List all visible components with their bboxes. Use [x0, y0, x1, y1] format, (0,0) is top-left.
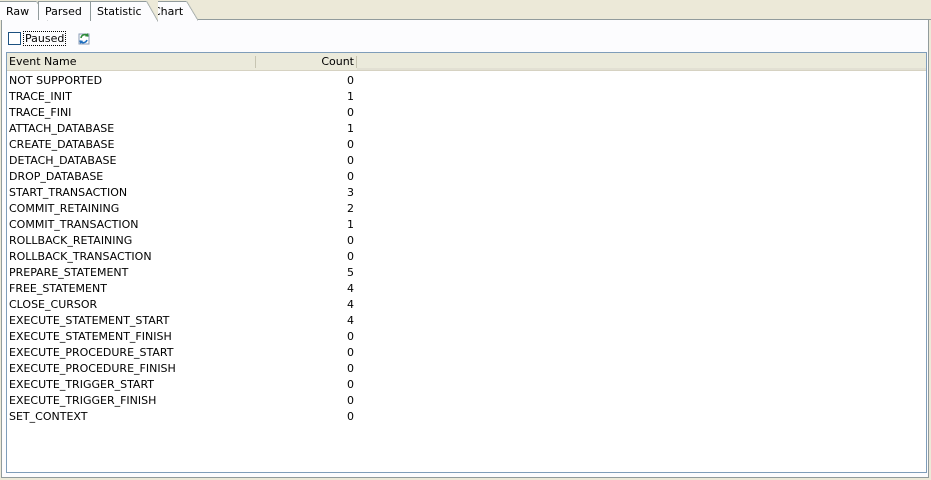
count-cell: 0: [347, 330, 354, 343]
paused-label[interactable]: Paused: [22, 30, 67, 46]
event-name-cell: CLOSE_CURSOR: [9, 298, 98, 311]
statistic-window: Raw Parsed Statistic Chart Paused Event …: [0, 0, 931, 480]
table-row[interactable]: ATTACH_DATABASE 1: [7, 121, 926, 137]
count-cell: 4: [347, 298, 354, 311]
table-row[interactable]: COMMIT_RETAINING 2: [7, 201, 926, 217]
event-name-cell: EXECUTE_PROCEDURE_START: [9, 346, 174, 359]
count-cell: 0: [347, 410, 354, 423]
column-header-event-name[interactable]: Event Name: [8, 53, 256, 70]
event-name-cell: CREATE_DATABASE: [9, 138, 115, 151]
table-header: Event Name Count: [7, 53, 926, 71]
count-cell: 0: [347, 138, 354, 151]
event-name-cell: TRACE_INIT: [9, 90, 72, 103]
table-row[interactable]: EXECUTE_TRIGGER_START 0: [7, 377, 926, 393]
table-row[interactable]: START_TRANSACTION 3: [7, 185, 926, 201]
count-cell: 0: [347, 154, 354, 167]
column-header-count[interactable]: Count: [256, 53, 356, 70]
tab-statistic-label: Statistic: [97, 5, 142, 18]
refresh-button[interactable]: [75, 29, 93, 47]
table-row[interactable]: DROP_DATABASE 0: [7, 169, 926, 185]
event-name-cell: EXECUTE_STATEMENT_FINISH: [9, 330, 172, 343]
table-row[interactable]: FREE_STATEMENT 4: [7, 281, 926, 297]
tab-strip: Raw Parsed Statistic Chart: [0, 0, 931, 22]
table-row[interactable]: COMMIT_TRANSACTION 1: [7, 217, 926, 233]
event-name-cell: DROP_DATABASE: [9, 170, 104, 183]
event-name-cell: NOT SUPPORTED: [9, 74, 103, 87]
count-cell: 0: [347, 106, 354, 119]
event-name-cell: PREPARE_STATEMENT: [9, 266, 129, 279]
event-name-cell: ROLLBACK_TRANSACTION: [9, 250, 152, 263]
tab-parsed[interactable]: Parsed: [38, 1, 102, 21]
table-row[interactable]: EXECUTE_STATEMENT_FINISH 0: [7, 329, 926, 345]
table-row[interactable]: SET_CONTEXT 0: [7, 409, 926, 425]
event-name-cell: EXECUTE_TRIGGER_START: [9, 378, 155, 391]
table-row[interactable]: ROLLBACK_TRANSACTION 0: [7, 249, 926, 265]
event-name-cell: EXECUTE_PROCEDURE_FINISH: [9, 362, 176, 375]
count-cell: 1: [347, 90, 354, 103]
tab-parsed-label: Parsed: [45, 5, 82, 18]
count-cell: 0: [347, 394, 354, 407]
count-cell: 3: [347, 186, 354, 199]
event-name-cell: FREE_STATEMENT: [9, 282, 107, 295]
table-row[interactable]: NOT SUPPORTED 0: [7, 73, 926, 89]
event-name-cell: ROLLBACK_RETAINING: [9, 234, 133, 247]
tab-statistic[interactable]: Statistic: [90, 1, 158, 22]
count-cell: 2: [347, 202, 354, 215]
count-cell: 1: [347, 122, 354, 135]
tab-raw-label: Raw: [6, 5, 30, 18]
count-cell: 0: [347, 250, 354, 263]
count-cell: 1: [347, 218, 354, 231]
count-cell: 0: [347, 234, 354, 247]
count-cell: 0: [347, 170, 354, 183]
count-cell: 4: [347, 314, 354, 327]
tab-chart-edge: [186, 1, 198, 21]
event-name-cell: DETACH_DATABASE: [9, 154, 117, 167]
table-row[interactable]: EXECUTE_TRIGGER_FINISH 0: [7, 393, 926, 409]
table-row[interactable]: CREATE_DATABASE 0: [7, 137, 926, 153]
count-cell: 5: [347, 266, 354, 279]
tab-raw[interactable]: Raw: [0, 1, 48, 21]
table-row[interactable]: EXECUTE_PROCEDURE_FINISH 0: [7, 361, 926, 377]
table-row[interactable]: DETACH_DATABASE 0: [7, 153, 926, 169]
table-row[interactable]: PREPARE_STATEMENT 5: [7, 265, 926, 281]
table-body: NOT SUPPORTED 0 TRACE_INIT 1 TRACE_FINI 0 ATTA…: [7, 73, 926, 425]
event-name-cell: START_TRANSACTION: [9, 186, 128, 199]
count-cell: 0: [347, 378, 354, 391]
table-row[interactable]: EXECUTE_PROCEDURE_START 0: [7, 345, 926, 361]
table-row[interactable]: TRACE_INIT 1: [7, 89, 926, 105]
event-name-cell: EXECUTE_STATEMENT_START: [9, 314, 170, 327]
table-row[interactable]: EXECUTE_STATEMENT_START 4: [7, 313, 926, 329]
count-cell: 0: [347, 362, 354, 375]
table-row[interactable]: ROLLBACK_RETAINING 0: [7, 233, 926, 249]
event-name-cell: EXECUTE_TRIGGER_FINISH: [9, 394, 157, 407]
statistic-panel: Paused Event Name Count NOT SUPPORTED 0 …: [1, 20, 929, 478]
event-name-cell: TRACE_FINI: [9, 106, 72, 119]
toolbar: Paused: [2, 20, 928, 52]
table-row[interactable]: CLOSE_CURSOR 4: [7, 297, 926, 313]
column-header-filler: [357, 53, 926, 70]
statistics-table[interactable]: Event Name Count NOT SUPPORTED 0 TRACE_INI…: [6, 52, 927, 473]
count-cell: 0: [347, 346, 354, 359]
count-cell: 4: [347, 282, 354, 295]
event-name-cell: ATTACH_DATABASE: [9, 122, 115, 135]
event-name-cell: SET_CONTEXT: [9, 410, 88, 423]
paused-checkbox[interactable]: [8, 31, 21, 45]
paused-checkbox-control[interactable]: Paused: [8, 30, 67, 46]
event-name-cell: COMMIT_TRANSACTION: [9, 218, 139, 231]
refresh-icon: [78, 33, 90, 45]
event-name-cell: COMMIT_RETAINING: [9, 202, 120, 215]
tab-statistic-edge: [146, 1, 158, 22]
count-cell: 0: [347, 74, 354, 87]
table-row[interactable]: TRACE_FINI 0: [7, 105, 926, 121]
